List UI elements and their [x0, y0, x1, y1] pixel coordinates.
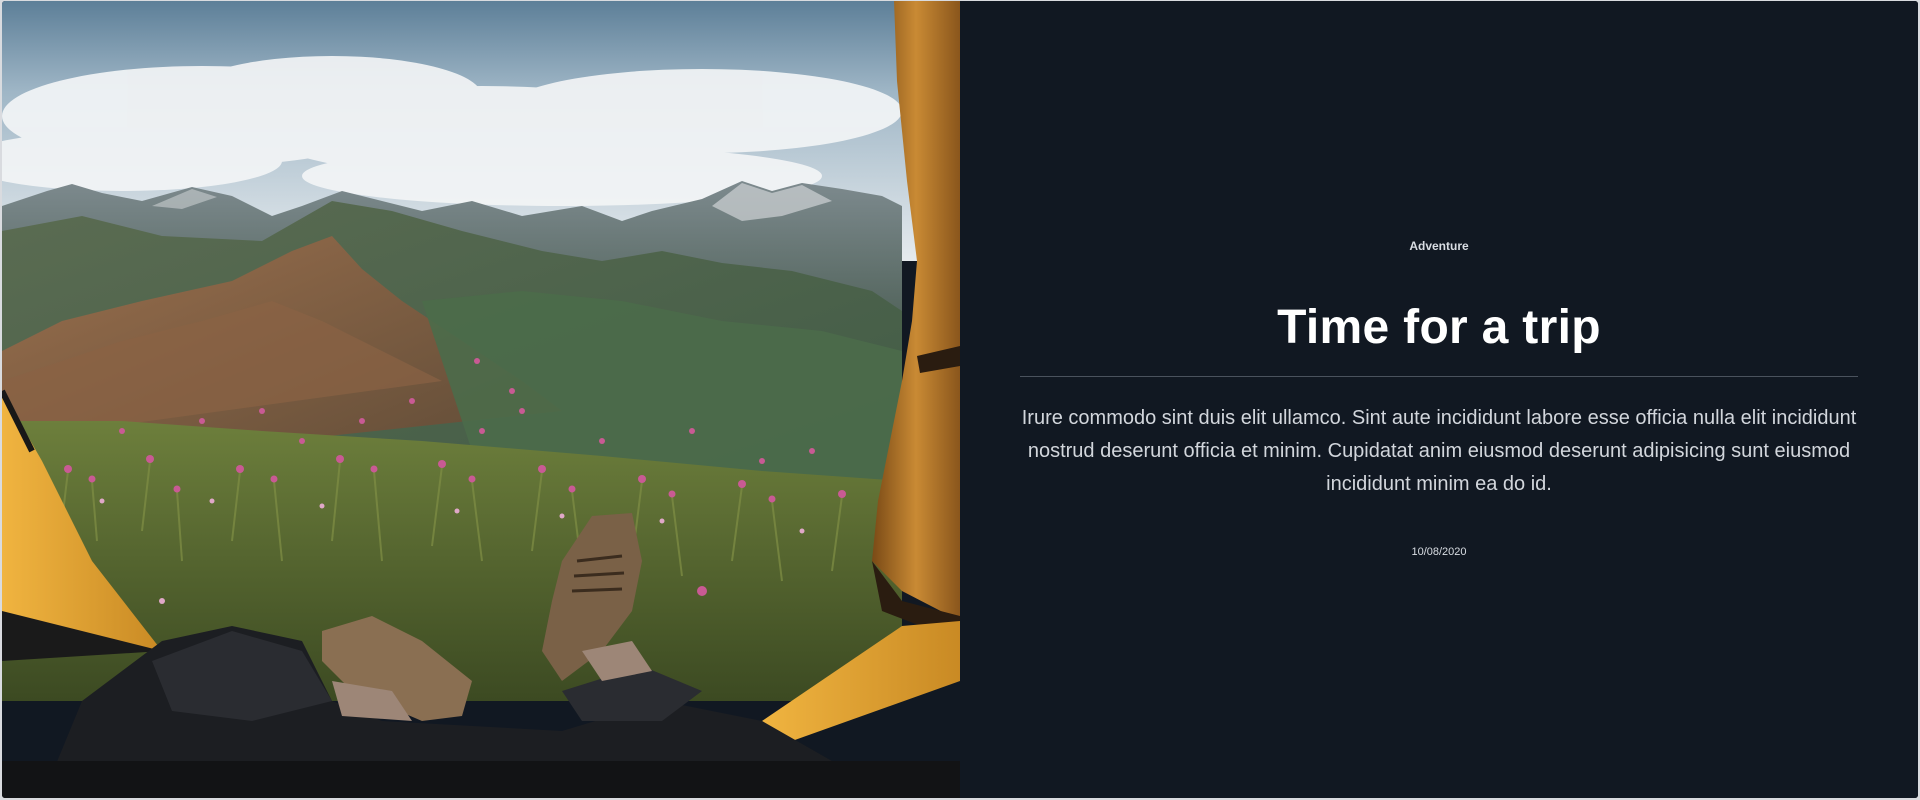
- post-content: Adventure Time for a trip Irure commodo …: [960, 1, 1918, 798]
- post-image: [2, 1, 960, 798]
- title-divider: [1020, 376, 1858, 377]
- post-description: Irure commodo sint duis elit ullamco. Si…: [1021, 407, 1857, 495]
- post-category[interactable]: Adventure: [960, 239, 1918, 253]
- post-title[interactable]: Time for a trip: [960, 299, 1918, 357]
- blog-post-card[interactable]: Adventure Time for a trip Irure commodo …: [2, 1, 1918, 798]
- tent-mountain-illustration: [2, 1, 960, 798]
- post-date: 10/08/2020: [1411, 546, 1467, 558]
